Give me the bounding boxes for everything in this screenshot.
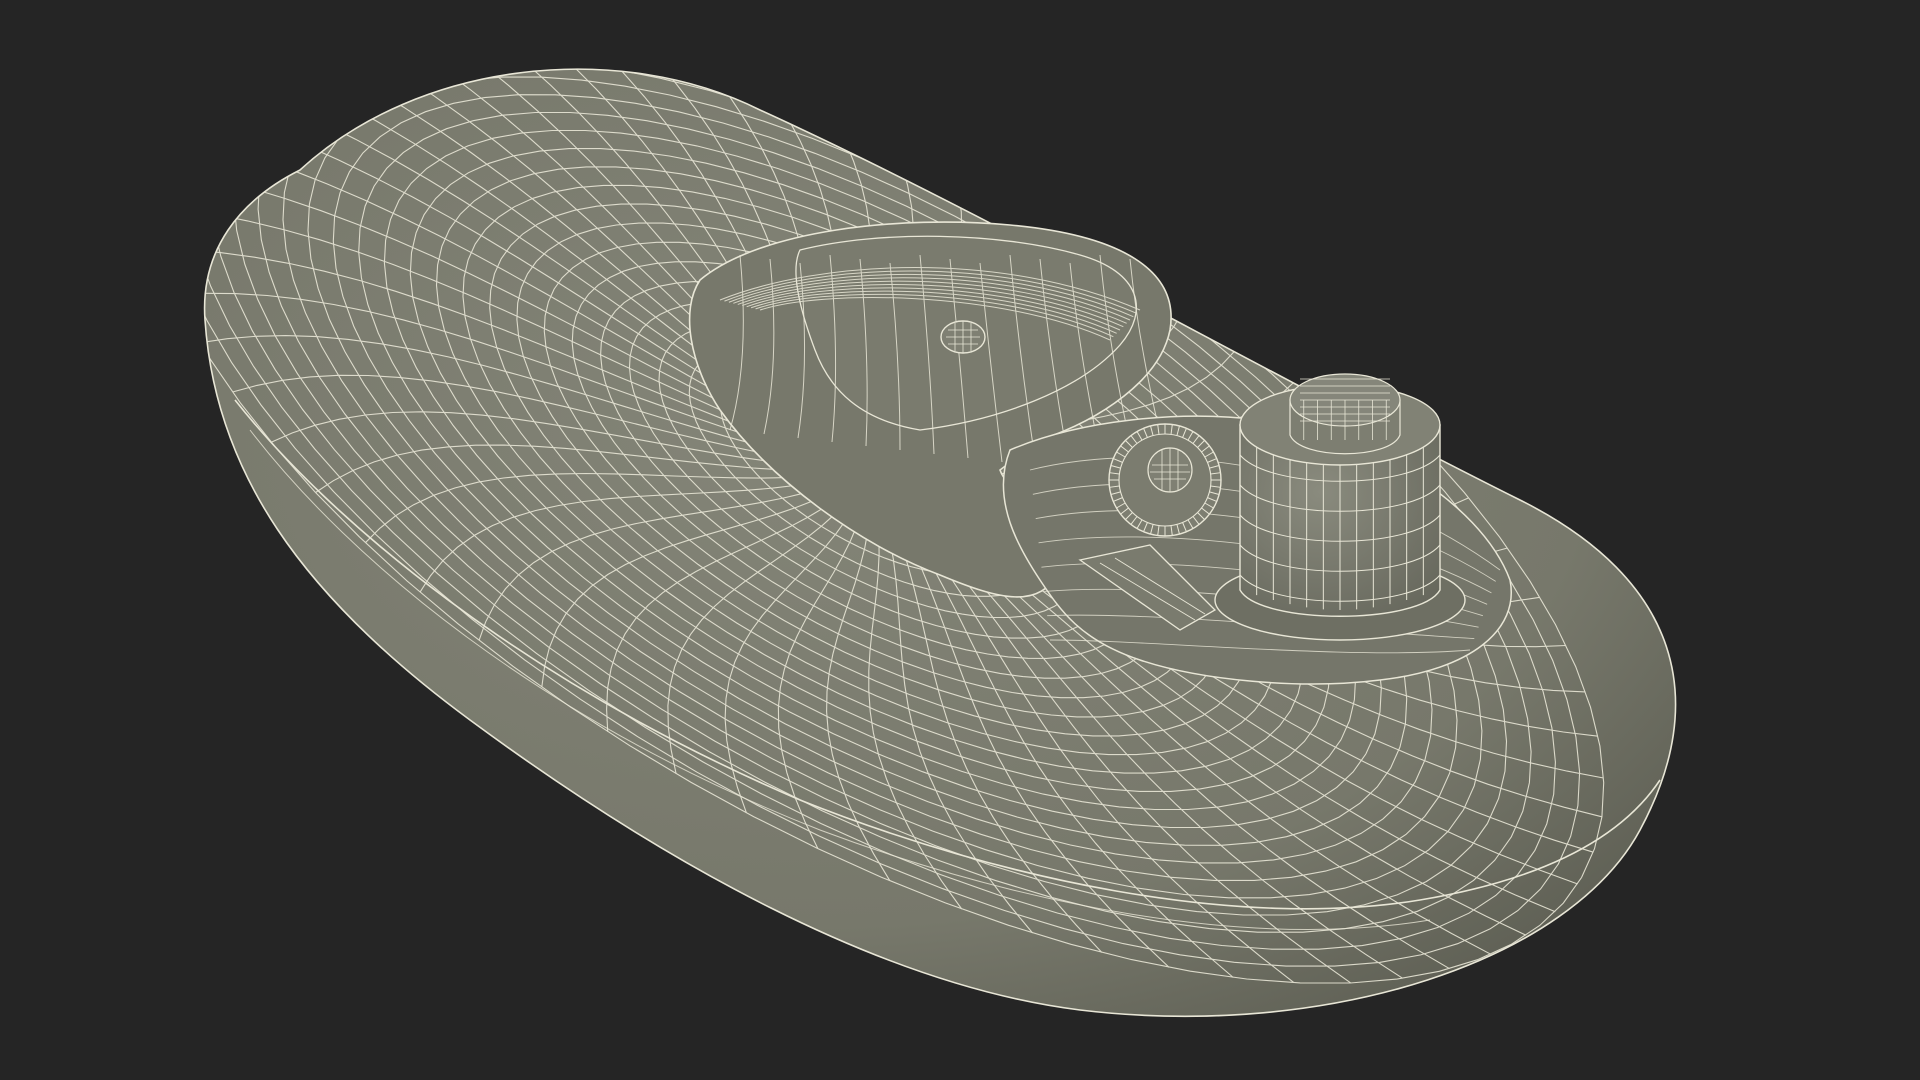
gear-icon — [1108, 423, 1222, 537]
knob — [1214, 373, 1466, 641]
wireframe-render — [203, 68, 1677, 1018]
viewport-canvas — [0, 0, 1920, 1080]
